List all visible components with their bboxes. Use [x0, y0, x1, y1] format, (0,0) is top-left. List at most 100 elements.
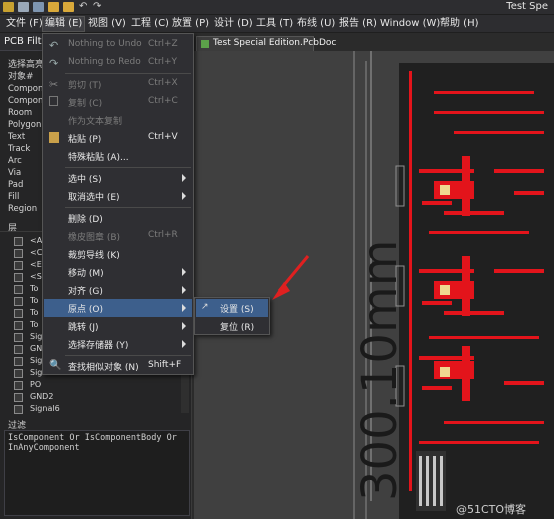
menu-separator [65, 73, 191, 74]
layer-checkbox[interactable] [14, 357, 23, 366]
document-tab[interactable]: Test Special Edition.PcbDoc [196, 36, 336, 51]
menu-design[interactable]: 设计 (D) [212, 17, 255, 31]
menu-item-copy[interactable]: 复制 (C) Ctrl+C [44, 93, 192, 111]
object-item[interactable]: Fill [8, 192, 19, 202]
menu-project[interactable]: 工程 (C) [129, 17, 171, 31]
object-item[interactable]: Track [8, 144, 30, 154]
layer-checkbox[interactable] [14, 393, 23, 402]
menu-item-deselect[interactable]: 取消选中 (E) [44, 187, 192, 205]
menu-item-label: 查找相似对象 (N) [68, 363, 139, 373]
layer-name: PO [30, 380, 42, 389]
menu-item-label: 剪切 (T) [68, 81, 102, 91]
menu-item-paste-special[interactable]: 特殊粘贴 (A)... [44, 147, 192, 165]
save-icon[interactable] [33, 2, 44, 12]
pcb-canvas[interactable]: 300.10mm @51CTO博客 [194, 51, 554, 519]
menu-item-set-origin[interactable]: ↗ 设置 (S) [196, 299, 268, 317]
object-item[interactable]: Region [8, 204, 37, 214]
menu-item-selection-memory[interactable]: 选择存储器 (Y) [44, 335, 192, 353]
title-bar: ↶ ↷ Test Spe [0, 0, 554, 15]
layer-checkbox[interactable] [14, 285, 23, 294]
new-file-icon[interactable] [18, 2, 29, 12]
layer-name: To [30, 284, 39, 293]
menu-file[interactable]: 文件 (F) [4, 17, 45, 31]
layer-checkbox[interactable] [14, 249, 23, 258]
menu-item-align[interactable]: 对齐 (G) [44, 281, 192, 299]
document-tab-label: Test Special Edition.PcbDoc [213, 38, 337, 48]
layer-checkbox[interactable] [14, 405, 23, 414]
layer-checkbox[interactable] [14, 321, 23, 330]
menu-reports[interactable]: 报告 (R) [337, 17, 379, 31]
find-similar-icon: 🔍 [49, 360, 62, 371]
submenu-arrow-icon [182, 304, 186, 312]
layer-checkbox[interactable] [14, 345, 23, 354]
menu-route[interactable]: 布线 (U) [295, 17, 337, 31]
layer-name: <C [30, 248, 43, 257]
layer-checkbox[interactable] [14, 333, 23, 342]
layer-checkbox[interactable] [14, 309, 23, 318]
menu-item-undo[interactable]: ↶ Nothing to Undo Ctrl+Z [44, 36, 192, 54]
undo-quick-icon[interactable]: ↶ [79, 2, 90, 12]
menu-place[interactable]: 放置 (P) [170, 17, 211, 31]
submenu-arrow-icon [182, 286, 186, 294]
menu-edit[interactable]: 编辑 (E) [41, 16, 86, 32]
menu-item-delete[interactable]: 删除 (D) [44, 209, 192, 227]
menu-item-cut[interactable]: ✂ 剪切 (T) Ctrl+X [44, 75, 192, 93]
menu-item-reset-origin[interactable]: 复位 (R) [196, 317, 268, 335]
menu-item-find-similar[interactable]: 🔍 查找相似对象 (N) Shift+F [44, 357, 192, 375]
layer-name: <E [30, 260, 42, 269]
menu-item-label: 特殊粘贴 (A)... [68, 153, 129, 163]
open-file-icon[interactable] [63, 2, 74, 12]
menu-item-shortcut: Ctrl+V [148, 132, 178, 142]
menu-item-label: 选择存储器 (Y) [68, 341, 129, 351]
menu-item-label: 复位 (R) [220, 323, 255, 333]
menu-item-label: 橡皮图章 (B) [68, 233, 121, 243]
object-item[interactable]: Text [8, 132, 25, 142]
object-item[interactable]: Pad [8, 180, 23, 190]
object-item[interactable]: Arc [8, 156, 22, 166]
object-item[interactable]: Polygon [8, 120, 41, 130]
menu-item-jump[interactable]: 跳转 (J) [44, 317, 192, 335]
layer-checkbox[interactable] [14, 237, 23, 246]
layer-checkbox[interactable] [14, 261, 23, 270]
menu-item-copy-as-text[interactable]: 作为文本复制 [44, 111, 192, 129]
submenu-arrow-icon [182, 340, 186, 348]
menu-item-label: 原点 (O) [68, 305, 103, 315]
open-folder-icon[interactable] [48, 2, 59, 12]
layer-checkbox[interactable] [14, 381, 23, 390]
menu-item-rubber-stamp[interactable]: 橡皮图章 (B) Ctrl+R [44, 227, 192, 245]
menu-item-label: 选中 (S) [68, 175, 102, 185]
menu-window[interactable]: Window (W) [378, 17, 442, 31]
layer-checkbox[interactable] [14, 297, 23, 306]
menu-tools[interactable]: 工具 (T) [254, 17, 295, 31]
layer-checkbox[interactable] [14, 273, 23, 282]
set-origin-icon: ↗ [201, 302, 209, 312]
object-item[interactable]: Via [8, 168, 21, 178]
menu-item-select[interactable]: 选中 (S) [44, 169, 192, 187]
menu-help[interactable]: 帮助 (H) [438, 17, 481, 31]
watermark: @51CTO博客 [456, 502, 526, 516]
layer-checkbox[interactable] [14, 369, 23, 378]
menu-item-redo[interactable]: ↷ Nothing to Redo Ctrl+Y [44, 54, 192, 72]
menu-item-label: 对齐 (G) [68, 287, 103, 297]
layer-name: Signal6 [30, 404, 60, 413]
menu-bar: 文件 (F) 编辑 (E) 视图 (V) 工程 (C) 放置 (P) 设计 (D… [0, 15, 554, 33]
menu-item-shortcut: Ctrl+Y [148, 57, 178, 67]
menu-item-label: 复制 (C) [68, 99, 103, 109]
object-item[interactable]: Room [8, 108, 32, 118]
menu-item-slice-tracks[interactable]: 裁剪导线 (K) [44, 245, 192, 263]
menu-item-paste[interactable]: 粘贴 (P) Ctrl+V [44, 129, 192, 147]
redo-quick-icon[interactable]: ↷ [93, 2, 104, 12]
copy-icon [49, 96, 58, 106]
edit-menu: ↶ Nothing to Undo Ctrl+Z ↷ Nothing to Re… [42, 33, 194, 375]
menu-item-label: 作为文本复制 [68, 117, 123, 127]
menu-view[interactable]: 视图 (V) [86, 17, 128, 31]
menu-item-label: 移动 (M) [68, 269, 104, 279]
paste-icon [49, 132, 59, 143]
layer-name: <A [30, 236, 43, 245]
cut-icon: ✂ [49, 78, 59, 91]
menu-item-shortcut: Shift+F [148, 360, 182, 370]
filter-query-box[interactable]: IsComponent Or IsComponentBody Or InAnyC… [4, 430, 190, 516]
menu-item-origin[interactable]: 原点 (O) [44, 299, 192, 317]
menu-item-move[interactable]: 移动 (M) [44, 263, 192, 281]
submenu-arrow-icon [182, 174, 186, 182]
